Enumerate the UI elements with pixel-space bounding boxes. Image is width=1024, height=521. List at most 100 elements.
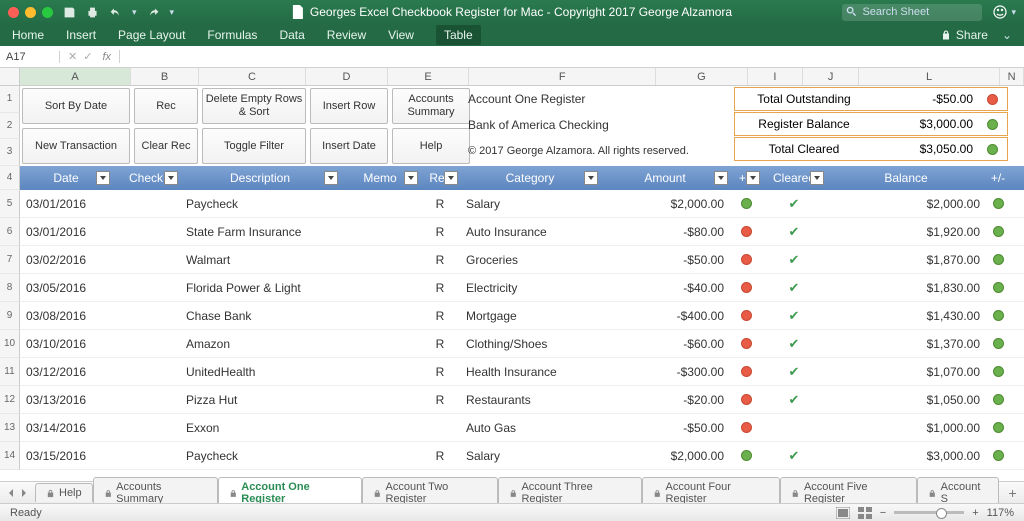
cell-date[interactable]: 03/10/2016	[20, 337, 112, 351]
filter-dropdown-icon[interactable]	[96, 171, 110, 185]
col-header-L[interactable]: L	[859, 68, 1000, 85]
filter-dropdown-icon[interactable]	[584, 171, 598, 185]
row-header-6[interactable]: 6	[0, 218, 20, 246]
cell-date[interactable]: 03/12/2016	[20, 365, 112, 379]
cell-description[interactable]: UnitedHealth	[180, 365, 340, 379]
table-row[interactable]: 1103/12/2016UnitedHealthRHealth Insuranc…	[0, 358, 1024, 386]
menu-table[interactable]: Table	[436, 25, 481, 45]
col-header-I[interactable]: I	[748, 68, 804, 85]
cell-category[interactable]: Auto Gas	[460, 421, 600, 435]
filter-dropdown-icon[interactable]	[164, 171, 178, 185]
cell-amount[interactable]: -$20.00	[600, 393, 730, 407]
cell-rec[interactable]: R	[420, 337, 460, 351]
fx-icon[interactable]: fx	[102, 51, 111, 63]
col-date[interactable]: Date	[20, 166, 112, 190]
cell-cleared[interactable]: ✔	[762, 392, 826, 408]
col-header-N[interactable]: N	[1000, 68, 1024, 85]
cell-category[interactable]: Clothing/Shoes	[460, 337, 600, 351]
cell-amount[interactable]: -$60.00	[600, 337, 730, 351]
filter-dropdown-icon[interactable]	[324, 171, 338, 185]
cell-rec[interactable]: R	[420, 309, 460, 323]
cell-category[interactable]: Restaurants	[460, 393, 600, 407]
filter-dropdown-icon[interactable]	[404, 171, 418, 185]
cell-date[interactable]: 03/15/2016	[20, 449, 112, 463]
menu-data[interactable]: Data	[279, 28, 304, 42]
zoom-level[interactable]: 117%	[987, 507, 1014, 519]
row-header-10[interactable]: 10	[0, 330, 20, 358]
cell-balance[interactable]: $3,000.00	[826, 449, 986, 463]
cell-balance[interactable]: $1,430.00	[826, 309, 986, 323]
menu-home[interactable]: Home	[12, 28, 44, 42]
save-icon[interactable]	[63, 6, 76, 19]
cell-amount[interactable]: $2,000.00	[600, 449, 730, 463]
cell-balance[interactable]: $1,870.00	[826, 253, 986, 267]
select-all-corner[interactable]	[0, 68, 20, 85]
filter-dropdown-icon[interactable]	[810, 171, 824, 185]
view-normal-icon[interactable]	[836, 507, 850, 519]
row-header-3[interactable]: 3	[0, 139, 20, 166]
row-header-2[interactable]: 2	[0, 113, 20, 140]
col-header-D[interactable]: D	[306, 68, 388, 85]
cell-cleared[interactable]: ✔	[762, 308, 826, 324]
cell-amount[interactable]: -$50.00	[600, 253, 730, 267]
cell-balance[interactable]: $1,000.00	[826, 421, 986, 435]
row-header-9[interactable]: 9	[0, 302, 20, 330]
cell-amount[interactable]: -$40.00	[600, 281, 730, 295]
table-row[interactable]: 1403/15/2016PaycheckRSalary$2,000.00✔$3,…	[0, 442, 1024, 470]
cell-description[interactable]: Pizza Hut	[180, 393, 340, 407]
cell-description[interactable]: Paycheck	[180, 449, 340, 463]
cell-description[interactable]: Exxon	[180, 421, 340, 435]
cell-date[interactable]: 03/05/2016	[20, 281, 112, 295]
cell-rec[interactable]: R	[420, 393, 460, 407]
table-row[interactable]: 1003/10/2016 Amazon RClothing/Shoes-$60.00…	[0, 330, 1024, 358]
macro-toggle-filter[interactable]: Toggle Filter	[202, 128, 306, 164]
macro-rec[interactable]: Rec	[134, 88, 198, 124]
cell-date[interactable]: 03/08/2016	[20, 309, 112, 323]
col-header-E[interactable]: E	[388, 68, 470, 85]
cell-cleared[interactable]: ✔	[762, 196, 826, 212]
cell-date[interactable]: 03/14/2016	[20, 421, 112, 435]
col--[interactable]: +/-	[730, 166, 762, 190]
table-row[interactable]: 1303/14/2016ExxonAuto Gas-$50.00$1,000.0…	[0, 414, 1024, 442]
filter-dropdown-icon[interactable]	[714, 171, 728, 185]
minimize-button[interactable]	[25, 7, 36, 18]
table-row[interactable]: 603/01/2016State Farm InsuranceRAuto Ins…	[0, 218, 1024, 246]
table-row[interactable]: 903/08/2016Chase BankRMortgage-$400.00✔$…	[0, 302, 1024, 330]
row-header-13[interactable]: 13	[0, 414, 20, 442]
cell-amount[interactable]: -$400.00	[600, 309, 730, 323]
macro-insert-row[interactable]: Insert Row	[310, 88, 388, 124]
cell-rec[interactable]: R	[420, 281, 460, 295]
zoom-out-button[interactable]: −	[880, 507, 886, 519]
macro-sort-by-date[interactable]: Sort By Date	[22, 88, 130, 124]
col-cleared[interactable]: Cleared	[762, 166, 826, 190]
col-rec[interactable]: Rec	[420, 166, 460, 190]
cell-cleared[interactable]: ✔	[762, 336, 826, 352]
col--[interactable]: +/-	[986, 166, 1010, 190]
cell-category[interactable]: Health Insurance	[460, 365, 600, 379]
macro-accounts-summary[interactable]: Accounts Summary	[392, 88, 470, 124]
menu-view[interactable]: View	[388, 28, 414, 42]
col-description[interactable]: Description	[180, 166, 340, 190]
row-header-7[interactable]: 7	[0, 246, 20, 274]
cell-amount[interactable]: -$80.00	[600, 225, 730, 239]
add-sheet-button[interactable]: +	[1001, 485, 1024, 501]
view-layout-icon[interactable]	[858, 507, 872, 519]
table-row[interactable]: 503/01/2016PaycheckRSalary$2,000.00✔$2,0…	[0, 190, 1024, 218]
col-header-J[interactable]: J	[803, 68, 859, 85]
cell-cleared[interactable]: ✔	[762, 224, 826, 240]
close-button[interactable]	[8, 7, 19, 18]
cell-balance[interactable]: $2,000.00	[826, 197, 986, 211]
row-header-1[interactable]: 1	[0, 86, 20, 113]
row-header-11[interactable]: 11	[0, 358, 20, 386]
cell-date[interactable]: 03/01/2016	[20, 225, 112, 239]
cell-description[interactable]: Walmart	[180, 253, 340, 267]
filter-dropdown-icon[interactable]	[444, 171, 458, 185]
cell-rec[interactable]: R	[420, 253, 460, 267]
cell-description[interactable]: Florida Power & Light	[180, 281, 340, 295]
cell-description[interactable]: Amazon	[180, 337, 340, 351]
col-amount[interactable]: Amount	[600, 166, 730, 190]
zoom-in-button[interactable]: +	[972, 507, 978, 519]
cell-category[interactable]: Auto Insurance	[460, 225, 600, 239]
col-memo[interactable]: Memo	[340, 166, 420, 190]
cell-category[interactable]: Salary	[460, 197, 600, 211]
